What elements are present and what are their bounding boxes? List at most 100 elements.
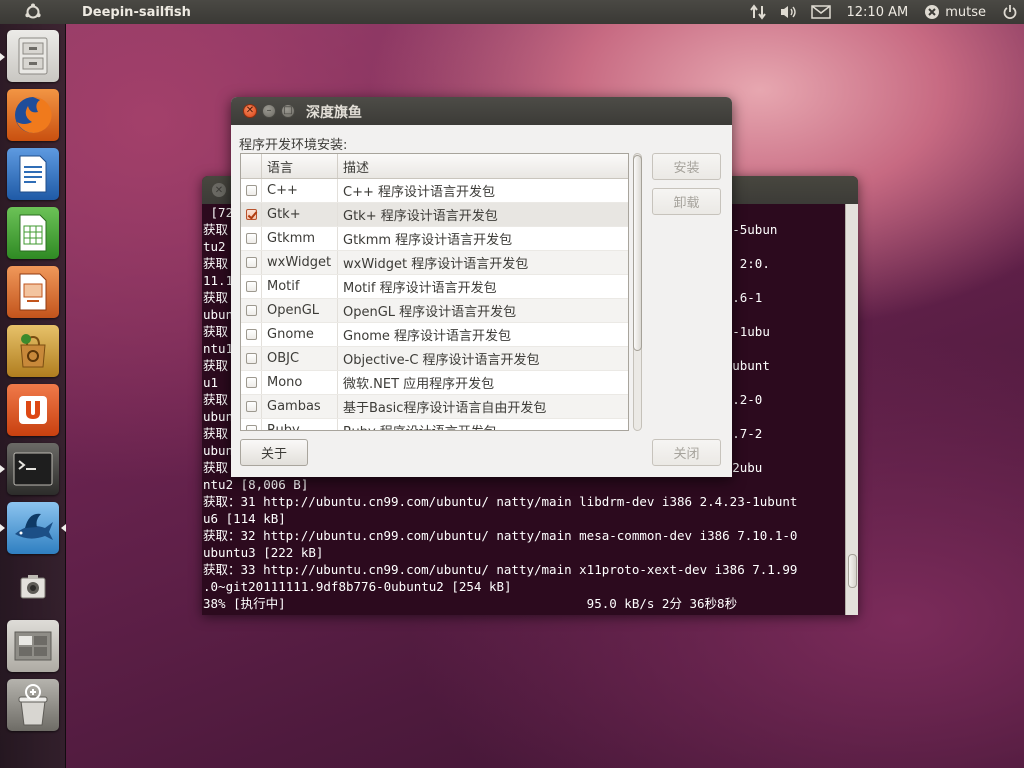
- row-checkbox[interactable]: [245, 209, 257, 220]
- row-desc: 基于Basic程序设计语言自由开发包: [343, 401, 547, 416]
- user-name: mutse: [945, 4, 986, 20]
- firefox-icon[interactable]: [7, 89, 59, 141]
- header-desc[interactable]: 描述: [338, 154, 628, 178]
- volume-icon[interactable]: [773, 0, 805, 24]
- impress-icon[interactable]: [7, 266, 59, 318]
- software-center-icon[interactable]: [7, 325, 59, 377]
- network-icon[interactable]: [743, 0, 773, 24]
- row-desc: Gtkmm 程序设计语言开发包: [343, 233, 513, 248]
- row-lang: Ruby: [262, 419, 338, 430]
- workspaces-icon[interactable]: [7, 620, 59, 672]
- table-row[interactable]: OpenGL OpenGL 程序设计语言开发包: [241, 299, 628, 323]
- table-row[interactable]: wxWidget wxWidget 程序设计语言开发包: [241, 251, 628, 275]
- table-row[interactable]: Gambas 基于Basic程序设计语言自由开发包: [241, 395, 628, 419]
- install-button[interactable]: 安装: [652, 153, 721, 180]
- terminal-line: ntu2 [8,006 B]: [203, 477, 309, 492]
- terminal-scrollbar[interactable]: [845, 204, 858, 615]
- row-checkbox-cell[interactable]: [241, 275, 262, 298]
- file-manager-icon[interactable]: [7, 30, 59, 82]
- close-window-icon[interactable]: ✕: [243, 104, 257, 118]
- table-row[interactable]: Gnome Gnome 程序设计语言开发包: [241, 323, 628, 347]
- terminal-icon[interactable]: [7, 443, 59, 495]
- row-checkbox-cell[interactable]: [241, 323, 262, 346]
- clock[interactable]: 12:10 AM: [837, 5, 919, 20]
- screenshot-icon[interactable]: [7, 561, 59, 613]
- terminal-line: u6 [114 kB]: [203, 511, 286, 526]
- table-row[interactable]: C++ C++ 程序设计语言开发包: [241, 179, 628, 203]
- row-checkbox-cell[interactable]: [241, 179, 262, 202]
- row-checkbox-cell[interactable]: [241, 371, 262, 394]
- table-body: C++ C++ 程序设计语言开发包 Gtk+ Gtk+ 程序设计语言开发包 Gtkmm G…: [241, 179, 628, 430]
- row-checkbox-cell[interactable]: [241, 203, 262, 226]
- minimize-window-icon[interactable]: –: [262, 104, 276, 118]
- power-icon[interactable]: [996, 0, 1024, 24]
- table-header: 语言 描述: [241, 154, 628, 179]
- close-button[interactable]: 关闭: [652, 439, 721, 466]
- user-menu[interactable]: mutse: [918, 4, 996, 20]
- table-row[interactable]: Mono 微软.NET 应用程序开发包: [241, 371, 628, 395]
- table-row[interactable]: Gtk+ Gtk+ 程序设计语言开发包: [241, 203, 628, 227]
- row-desc: wxWidget 程序设计语言开发包: [343, 257, 529, 272]
- running-indicator: [0, 524, 5, 532]
- package-table: 语言 描述 C++ C++ 程序设计语言开发包 Gtk+ Gtk+ 程序设计语言开发包…: [240, 153, 629, 431]
- row-lang: wxWidget: [262, 251, 338, 274]
- row-desc: Gnome 程序设计语言开发包: [343, 329, 512, 344]
- row-desc: Ruby 程序设计语言开发包: [338, 419, 628, 430]
- dialog-title: 深度旗鱼: [306, 105, 362, 121]
- calc-icon[interactable]: [7, 207, 59, 259]
- row-checkbox[interactable]: [245, 233, 257, 244]
- row-desc: OpenGL 程序设计语言开发包: [343, 305, 517, 320]
- row-checkbox-cell[interactable]: [241, 419, 262, 430]
- row-lang: Motif: [262, 275, 338, 298]
- terminal-line: 获取：33 http://ubuntu.cn99.com/ubuntu/ nat…: [203, 562, 798, 577]
- terminal-line: 38% [执行中] 95.0 kB/s 2分 36秒8秒: [203, 596, 738, 611]
- row-checkbox[interactable]: [245, 353, 257, 364]
- ubuntu-logo-icon[interactable]: [0, 0, 66, 24]
- row-desc: Objective-C 程序设计语言开发包: [343, 353, 540, 368]
- table-row[interactable]: RubyRuby 程序设计语言开发包: [241, 419, 628, 430]
- row-checkbox[interactable]: [245, 401, 257, 412]
- row-checkbox-cell[interactable]: [241, 251, 262, 274]
- row-checkbox[interactable]: [245, 281, 257, 292]
- header-checkbox-column[interactable]: [241, 154, 262, 178]
- terminal-scroll-thumb[interactable]: [848, 554, 857, 588]
- terminal-line: 获取：32 http://ubuntu.cn99.com/ubuntu/ nat…: [203, 528, 798, 543]
- row-checkbox[interactable]: [245, 425, 257, 430]
- row-checkbox[interactable]: [245, 257, 257, 268]
- maximize-window-icon[interactable]: □: [281, 104, 295, 118]
- trash-icon[interactable]: [7, 679, 59, 731]
- row-checkbox[interactable]: [245, 185, 257, 196]
- row-checkbox[interactable]: [245, 377, 257, 388]
- sailfish-icon[interactable]: [7, 502, 59, 554]
- row-desc: C++ 程序设计语言开发包: [343, 185, 495, 200]
- mail-icon[interactable]: [805, 0, 837, 24]
- uninstall-button[interactable]: 卸载: [652, 188, 721, 215]
- row-lang: Gtk+: [262, 203, 338, 226]
- active-indicator: [61, 524, 66, 532]
- table-row[interactable]: Gtkmm Gtkmm 程序设计语言开发包: [241, 227, 628, 251]
- ubuntu-one-icon[interactable]: [7, 384, 59, 436]
- session-icon: [925, 5, 940, 19]
- dialog-titlebar[interactable]: ✕ – □ 深度旗鱼: [231, 97, 732, 125]
- table-row[interactable]: OBJC Objective-C 程序设计语言开发包: [241, 347, 628, 371]
- row-checkbox[interactable]: [245, 329, 257, 340]
- about-button[interactable]: 关于: [240, 439, 308, 466]
- running-indicator: [0, 465, 5, 473]
- terminal-close-icon[interactable]: ✕: [212, 183, 226, 197]
- row-desc: Motif 程序设计语言开发包: [343, 281, 497, 296]
- section-label: 程序开发环境安装:: [239, 138, 348, 153]
- table-row[interactable]: Motif Motif 程序设计语言开发包: [241, 275, 628, 299]
- row-checkbox-cell[interactable]: [241, 299, 262, 322]
- table-scroll-thumb[interactable]: [633, 155, 642, 351]
- row-checkbox-cell[interactable]: [241, 227, 262, 250]
- row-lang: Gtkmm: [262, 227, 338, 250]
- terminal-line: 获取：31 http://ubuntu.cn99.com/ubuntu/ nat…: [203, 494, 798, 509]
- table-scrollbar[interactable]: [631, 153, 643, 431]
- header-lang[interactable]: 语言: [262, 154, 338, 178]
- row-checkbox-cell[interactable]: [241, 395, 262, 418]
- row-lang: OBJC: [262, 347, 338, 370]
- row-checkbox[interactable]: [245, 305, 257, 316]
- row-lang: C++: [262, 179, 338, 202]
- writer-icon[interactable]: [7, 148, 59, 200]
- row-checkbox-cell[interactable]: [241, 347, 262, 370]
